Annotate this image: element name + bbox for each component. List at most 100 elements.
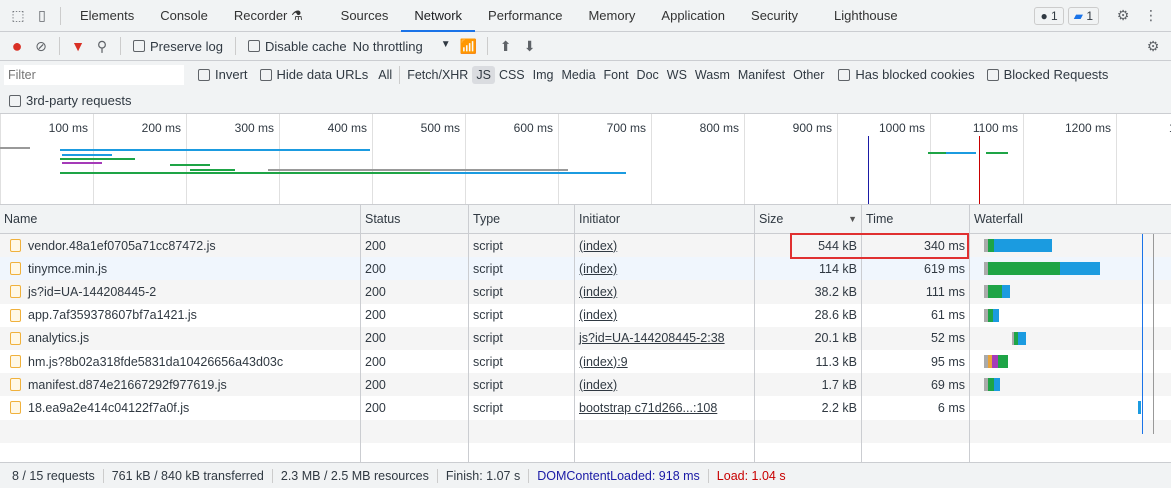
table-row[interactable]: app.7af359378607bf7a1421.js 200 script (…: [0, 303, 1171, 327]
initiator-link[interactable]: (index): [579, 262, 617, 276]
tab-console[interactable]: Console: [147, 0, 221, 32]
table-row[interactable]: 18.ea9a2e414c04122f7a0f.js 200 script bo…: [0, 396, 1171, 420]
filter-type-img[interactable]: Img: [529, 66, 558, 84]
flask-icon: ⚗: [291, 7, 303, 23]
tab-lighthouse[interactable]: Lighthouse: [821, 0, 911, 32]
column-header-status[interactable]: Status: [361, 205, 469, 233]
initiator-link[interactable]: (index): [579, 285, 617, 299]
overview-bar: [986, 152, 1008, 154]
filter-type-other[interactable]: Other: [789, 66, 828, 84]
import-har-icon[interactable]: ⬆: [494, 34, 518, 58]
request-name-cell[interactable]: tinymce.min.js: [0, 257, 361, 281]
filter-type-css[interactable]: CSS: [495, 66, 529, 84]
tab-recorder[interactable]: Recorder ⚗: [221, 0, 316, 32]
request-name-cell[interactable]: vendor.48a1ef0705a71cc87472.js: [0, 234, 361, 258]
table-row[interactable]: tinymce.min.js 200 script (index) 114 kB…: [0, 257, 1171, 281]
size-cell: 11.3 kB: [755, 349, 862, 374]
size-cell: 28.6 kB: [755, 303, 862, 327]
filter-type-all[interactable]: All: [374, 66, 396, 84]
type-cell: script: [469, 303, 575, 327]
time-cell: 95 ms: [862, 349, 970, 374]
network-conditions-icon[interactable]: 📶: [457, 34, 481, 58]
preserve-log-checkbox[interactable]: Preserve log: [133, 39, 223, 54]
size-cell: 2.2 kB: [755, 396, 862, 420]
tab-sources[interactable]: Sources: [328, 0, 402, 32]
initiator-link[interactable]: bootstrap c71d266...:108: [579, 401, 717, 415]
table-row[interactable]: js?id=UA-144208445-2 200 script (index) …: [0, 280, 1171, 304]
request-name-cell[interactable]: js?id=UA-144208445-2: [0, 280, 361, 304]
table-row[interactable]: manifest.d874e21667292f977619.js 200 scr…: [0, 373, 1171, 397]
table-row[interactable]: hm.js?8b02a318fde5831da10426656a43d03c 2…: [0, 349, 1171, 374]
initiator-link[interactable]: (index): [579, 308, 617, 322]
column-header-time[interactable]: Time: [862, 205, 970, 233]
filter-input[interactable]: [4, 64, 184, 85]
filter-type-ws[interactable]: WS: [663, 66, 691, 84]
timeline-overview[interactable]: 100 ms 200 ms 300 ms 400 ms 500 ms 600 m…: [0, 114, 1171, 205]
overview-bar: [268, 169, 568, 171]
filter-type-manifest[interactable]: Manifest: [734, 66, 789, 84]
throttling-select[interactable]: No throttling ▼: [353, 39, 451, 54]
initiator-link[interactable]: js?id=UA-144208445-2:38: [579, 331, 725, 345]
request-name-cell[interactable]: hm.js?8b02a318fde5831da10426656a43d03c: [0, 349, 361, 374]
column-header-waterfall[interactable]: Waterfall: [970, 205, 1171, 233]
column-header-type[interactable]: Type: [469, 205, 575, 233]
overview-tick: 13: [1116, 114, 1171, 204]
script-file-icon: [10, 355, 21, 369]
tab-elements[interactable]: Elements: [67, 0, 147, 32]
export-har-icon[interactable]: ⬇: [518, 34, 542, 58]
errors-badge[interactable]: ● 1: [1034, 6, 1064, 25]
transferred-size: 761 kB / 840 kB transferred: [104, 468, 273, 483]
network-settings-gear-icon[interactable]: ⚙: [1141, 34, 1165, 58]
tab-security[interactable]: Security: [738, 0, 811, 32]
inspect-element-icon[interactable]: ⬚: [6, 4, 30, 28]
initiator-link[interactable]: (index): [579, 239, 617, 253]
filter-type-media[interactable]: Media: [557, 66, 599, 84]
request-name: 18.ea9a2e414c04122f7a0f.js: [28, 400, 190, 415]
more-options-icon[interactable]: ⋮: [1139, 4, 1163, 28]
has-blocked-cookies-checkbox[interactable]: Has blocked cookies: [838, 67, 975, 82]
tab-memory[interactable]: Memory: [575, 0, 648, 32]
messages-badge[interactable]: ▰ 1: [1067, 6, 1099, 25]
filter-type-fetch-xhr[interactable]: Fetch/XHR: [403, 66, 472, 84]
table-row[interactable]: analytics.js 200 script js?id=UA-1442084…: [0, 326, 1171, 350]
overview-bar: [190, 169, 235, 171]
column-header-name[interactable]: Name: [0, 205, 361, 233]
waterfall-bar-segment: [994, 378, 1000, 392]
column-header-size[interactable]: Size ▼: [755, 205, 862, 233]
tab-performance[interactable]: Performance: [475, 0, 575, 32]
filter-type-wasm[interactable]: Wasm: [691, 66, 734, 84]
device-toolbar-icon[interactable]: ▯: [30, 4, 54, 28]
tab-network[interactable]: Network: [401, 0, 476, 32]
filter-icon[interactable]: ▼: [66, 34, 90, 58]
record-icon[interactable]: ●: [5, 34, 29, 58]
request-name-cell[interactable]: 18.ea9a2e414c04122f7a0f.js: [0, 396, 361, 420]
blocked-requests-checkbox[interactable]: Blocked Requests: [986, 67, 1108, 82]
table-row[interactable]: vendor.48a1ef0705a71cc87472.js 200 scrip…: [0, 234, 1171, 258]
request-name-cell[interactable]: analytics.js: [0, 326, 361, 350]
divider: [486, 37, 488, 55]
settings-gear-icon[interactable]: ⚙: [1111, 4, 1135, 28]
initiator-link[interactable]: (index): [579, 378, 617, 392]
filter-type-doc[interactable]: Doc: [633, 66, 663, 84]
request-name-cell[interactable]: app.7af359378607bf7a1421.js: [0, 303, 361, 327]
waterfall-bar-segment: [988, 262, 1060, 276]
filter-type-font[interactable]: Font: [600, 66, 633, 84]
invert-checkbox[interactable]: Invert: [198, 67, 248, 82]
tab-application[interactable]: Application: [648, 0, 738, 32]
initiator-link[interactable]: (index):9: [579, 355, 628, 369]
overview-bar: [0, 147, 30, 149]
filter-type-js[interactable]: JS: [472, 65, 495, 84]
messages-count: 1: [1086, 8, 1093, 23]
divider: [234, 37, 236, 55]
column-header-initiator[interactable]: Initiator: [575, 205, 755, 233]
hide-data-urls-checkbox[interactable]: Hide data URLs: [259, 67, 368, 82]
disable-cache-checkbox[interactable]: Disable cache: [247, 39, 347, 54]
third-party-requests-checkbox[interactable]: 3rd-party requests: [9, 93, 132, 108]
search-icon[interactable]: ⚲: [90, 34, 114, 58]
initiator-cell: (index):9: [575, 349, 755, 374]
initiator-cell: (index): [575, 234, 755, 258]
request-name-cell[interactable]: manifest.d874e21667292f977619.js: [0, 373, 361, 397]
status-cell: 200: [361, 303, 469, 327]
clear-icon[interactable]: ⊘: [29, 34, 53, 58]
overview-tick: 1000 ms: [837, 114, 930, 204]
